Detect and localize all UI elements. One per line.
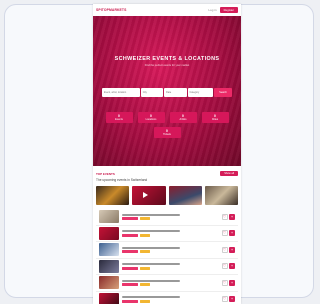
stat-tile[interactable]: 0Locations xyxy=(138,112,165,123)
events-section: TOP EVENTS Show all The upcoming events … xyxy=(93,166,241,304)
search-bar: Event, artist, location City Date Catego… xyxy=(102,88,232,97)
favorite-icon[interactable]: ♡ xyxy=(222,214,228,220)
list-item[interactable]: ♡+ xyxy=(96,259,238,276)
section-subtitle: The upcoming events in Switzerland xyxy=(96,178,238,182)
show-all-button[interactable]: Show all xyxy=(220,171,238,176)
stat-tile[interactable]: 0Events xyxy=(106,112,133,123)
stats-tiles: 0Events 0Locations 0Artists 0Cities 0Tic… xyxy=(101,112,233,138)
featured-video[interactable] xyxy=(132,186,165,205)
event-thumbnail xyxy=(99,243,119,256)
category-badge xyxy=(122,250,138,253)
favorite-icon[interactable]: ♡ xyxy=(222,296,228,302)
event-thumbnail xyxy=(99,293,119,304)
city-field[interactable]: City xyxy=(141,88,163,97)
search-button[interactable]: Search xyxy=(214,88,232,97)
stat-tile[interactable]: 0Cities xyxy=(202,112,229,123)
category-badge xyxy=(122,217,138,220)
stat-tile[interactable]: 0Artists xyxy=(170,112,197,123)
search-input[interactable]: Event, artist, location xyxy=(102,88,140,97)
plus-icon[interactable]: + xyxy=(229,296,235,302)
plus-icon[interactable]: + xyxy=(229,214,235,220)
date-badge xyxy=(140,267,150,270)
featured-image[interactable] xyxy=(96,186,129,205)
plus-icon[interactable]: + xyxy=(229,263,235,269)
favorite-icon[interactable]: ♡ xyxy=(222,280,228,286)
date-badge xyxy=(140,283,150,286)
date-badge xyxy=(140,234,150,237)
list-item[interactable]: ♡+ xyxy=(96,209,238,226)
play-icon xyxy=(143,192,148,198)
category-badge xyxy=(122,300,138,303)
event-thumbnail xyxy=(99,210,119,223)
list-item[interactable]: ♡+ xyxy=(96,242,238,259)
event-thumbnail xyxy=(99,260,119,273)
login-link[interactable]: Log in xyxy=(208,8,216,12)
date-badge xyxy=(140,300,150,303)
date-badge xyxy=(140,250,150,253)
webpage: SPITOPMARKETS Log in Register SCHWEIZER … xyxy=(93,4,241,304)
category-badge xyxy=(122,283,138,286)
event-list: ♡+ ♡+ ♡+ ♡+ ♡+ xyxy=(96,209,238,304)
plus-icon[interactable]: + xyxy=(229,280,235,286)
event-thumbnail xyxy=(99,276,119,289)
list-item[interactable]: ♡+ xyxy=(96,275,238,292)
date-field[interactable]: Date xyxy=(164,88,186,97)
favorite-icon[interactable]: ♡ xyxy=(222,247,228,253)
plus-icon[interactable]: + xyxy=(229,230,235,236)
hero-banner: SCHWEIZER EVENTS & LOCATIONS Find the pe… xyxy=(93,16,241,166)
section-title: TOP EVENTS xyxy=(96,172,220,176)
featured-thumbnails xyxy=(96,186,238,205)
plus-icon[interactable]: + xyxy=(229,247,235,253)
favorite-icon[interactable]: ♡ xyxy=(222,230,228,236)
category-badge xyxy=(122,234,138,237)
favorite-icon[interactable]: ♡ xyxy=(222,263,228,269)
hero-title: SCHWEIZER EVENTS & LOCATIONS xyxy=(93,56,241,62)
featured-image[interactable] xyxy=(205,186,238,205)
event-thumbnail xyxy=(99,227,119,240)
list-item[interactable]: ♡+ xyxy=(96,292,238,304)
register-button[interactable]: Register xyxy=(220,7,238,13)
stat-tile[interactable]: 0Tickets xyxy=(154,127,181,138)
top-nav: SPITOPMARKETS Log in Register xyxy=(93,4,241,16)
hero-subtitle: Find the perfect events for your market xyxy=(93,64,241,67)
date-badge xyxy=(140,217,150,220)
site-logo[interactable]: SPITOPMARKETS xyxy=(96,8,126,12)
category-select[interactable]: Category xyxy=(188,88,213,97)
featured-image[interactable] xyxy=(169,186,202,205)
category-badge xyxy=(122,267,138,270)
list-item[interactable]: ♡+ xyxy=(96,226,238,243)
